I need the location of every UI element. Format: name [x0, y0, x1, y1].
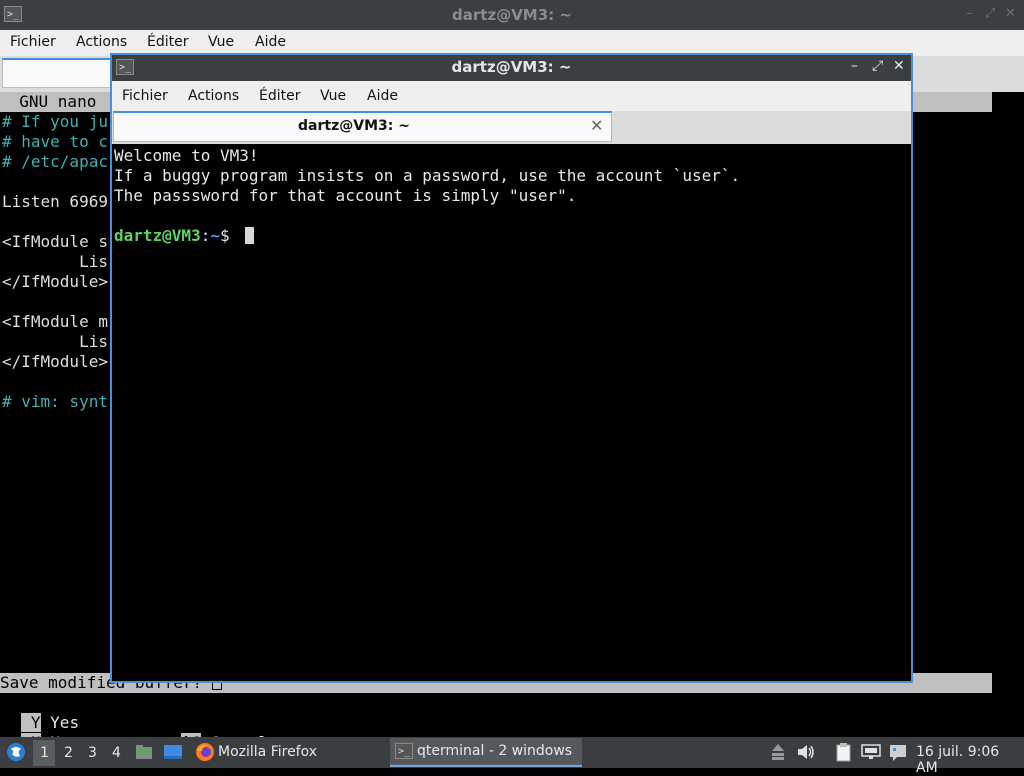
prompt-path: ~ [210, 226, 220, 245]
network-icon[interactable] [860, 743, 882, 761]
workspace-4[interactable]: 4 [112, 745, 121, 761]
prompt-separator: : [200, 226, 211, 245]
menu-fichier[interactable]: Fichier [122, 88, 168, 104]
terminal-cursor [245, 227, 254, 244]
nano-line: # vim: synt [2, 392, 108, 411]
prompt-symbol: $ [219, 226, 240, 245]
nano-line: Lis [2, 332, 108, 351]
task-mozilla-firefox[interactable]: Mozilla Firefox [192, 738, 384, 767]
front-menubar: Fichier Actions Éditer Vue Aide [112, 81, 911, 111]
nano-line: </IfModule> [2, 272, 108, 291]
task-firefox-label: Mozilla Firefox [218, 744, 318, 760]
menu-actions[interactable]: Actions [188, 88, 239, 104]
nano-line: </IfModule> [2, 352, 108, 371]
maximize-icon[interactable]: ⤢ [872, 58, 883, 74]
nano-line: <IfModule s [2, 232, 108, 251]
menu-editer[interactable]: Éditer [147, 34, 188, 50]
tab-close-icon[interactable]: ✕ [590, 116, 603, 135]
workspace-3[interactable]: 3 [88, 745, 97, 761]
menu-fichier[interactable]: Fichier [10, 34, 56, 50]
volume-icon[interactable] [796, 743, 816, 761]
show-desktop-icon[interactable] [162, 742, 184, 762]
back-window-title: dartz@VM3: ~ [452, 6, 572, 24]
terminal-tab[interactable]: dartz@VM3: ~ ✕ [113, 111, 612, 142]
menu-aide[interactable]: Aide [367, 88, 398, 104]
file-manager-icon[interactable] [134, 742, 154, 762]
front-window-titlebar[interactable]: >_ dartz@VM3: ~ – ⤢ ✕ [112, 55, 911, 81]
nano-line: <IfModule m [2, 312, 108, 331]
terminal-output-line: The passsword for that account is simply… [114, 186, 577, 205]
minimize-icon[interactable]: – [851, 58, 858, 74]
start-menu-icon[interactable] [6, 742, 26, 762]
close-icon[interactable]: ✕ [1005, 6, 1016, 21]
clock[interactable]: 16 juil. 9:06 AM [916, 744, 1024, 776]
workspace-2[interactable]: 2 [64, 745, 73, 761]
clipboard-icon[interactable] [834, 741, 854, 763]
firefox-icon [195, 742, 215, 762]
menu-aide[interactable]: Aide [255, 34, 286, 50]
minimize-icon[interactable]: – [966, 6, 973, 21]
back-tab[interactable] [2, 58, 112, 88]
back-window-titlebar[interactable]: >_ dartz@VM3: ~ – ⤢ ✕ [0, 0, 1024, 30]
maximize-icon[interactable]: ⤢ [985, 6, 995, 21]
shell-prompt[interactable]: dartz@VM3:~$ [114, 226, 239, 246]
notification-icon[interactable] [888, 742, 908, 762]
nano-header-text: GNU nano [0, 92, 97, 111]
menu-vue[interactable]: Vue [208, 34, 234, 50]
nano-line: # have to c [2, 132, 108, 151]
task-qterminal[interactable]: >_ qterminal - 2 windows [390, 738, 582, 767]
terminal-output-line: If a buggy program insists on a password… [114, 166, 741, 185]
task-qterminal-label: qterminal - 2 windows [417, 743, 573, 759]
nano-line: # If you ju [2, 112, 108, 131]
menu-actions[interactable]: Actions [76, 34, 127, 50]
nano-line: # /etc/apac [2, 152, 108, 171]
terminal-output-line: Welcome to VM3! [114, 146, 259, 165]
workspace-1[interactable]: 1 [40, 745, 49, 761]
update-tray-icon[interactable] [771, 743, 785, 761]
terminal-icon: >_ [395, 743, 413, 759]
menu-editer[interactable]: Éditer [259, 88, 300, 104]
prompt-user-host: dartz@VM3 [114, 226, 201, 245]
close-icon[interactable]: ✕ [893, 58, 905, 74]
terminal-tab-label: dartz@VM3: ~ [298, 118, 410, 134]
nano-line: Listen 6969 [2, 192, 108, 211]
nano-line: Lis [2, 252, 108, 271]
front-window-title: dartz@VM3: ~ [451, 58, 572, 76]
menu-vue[interactable]: Vue [320, 88, 346, 104]
